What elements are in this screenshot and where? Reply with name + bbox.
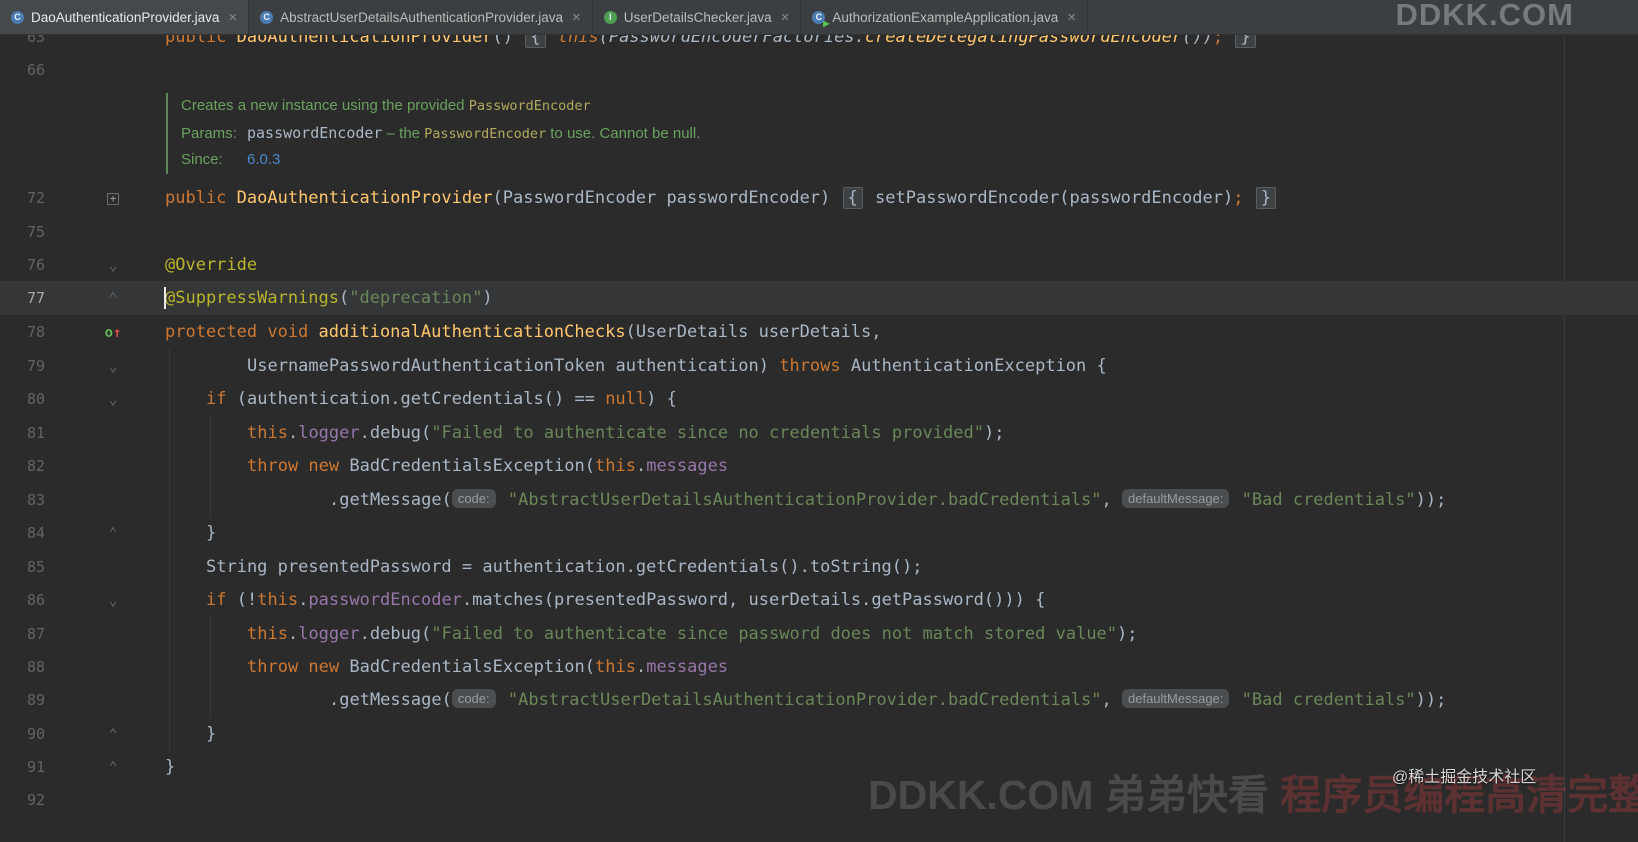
fold-up-icon[interactable]: ⌃: [99, 750, 127, 784]
close-tab-icon[interactable]: ×: [228, 9, 237, 26]
javadoc-row: Since: 6.0.3: [181, 151, 281, 168]
class-file-icon: C: [11, 10, 24, 24]
code-line[interactable]: 79 ⌄ UsernamePasswordAuthenticationToken a…: [0, 349, 1638, 383]
fold-up-icon[interactable]: ⌃: [99, 281, 127, 315]
fold-down-icon[interactable]: ⌄: [99, 583, 127, 617]
code-text: throw new BadCredentialsException(this.m…: [247, 456, 729, 476]
code-text: this.logger.debug("Failed to authenticat…: [247, 624, 1138, 644]
code-line[interactable]: 85 String presentedPassword = authenticat…: [0, 550, 1638, 584]
code-line[interactable]: 84 ⌃}: [0, 516, 1638, 550]
run-overlay-icon: ▶: [823, 18, 830, 28]
line-number[interactable]: 87: [0, 617, 45, 651]
line-number[interactable]: 75: [0, 215, 45, 249]
interface-file-icon: I: [603, 10, 617, 24]
code-text: .getMessage(code: "AbstractUserDetailsAu…: [329, 689, 1447, 710]
code-line[interactable]: 77 ⌃ @SuppressWarnings("deprecation"): [0, 281, 1638, 315]
line-number[interactable]: 81: [0, 416, 45, 450]
code-line[interactable]: 63 public DaoAuthenticationProvider() { t…: [0, 35, 1638, 54]
fold-up-icon[interactable]: ⌃: [99, 717, 127, 751]
code-line[interactable]: 87 this.logger.debug("Failed to authentic…: [0, 617, 1638, 651]
close-tab-icon[interactable]: ×: [572, 9, 581, 26]
code-text: UsernamePasswordAuthenticationToken auth…: [247, 356, 1107, 376]
line-number[interactable]: 91: [0, 750, 45, 784]
code-line[interactable]: 92: [0, 783, 1638, 817]
text-caret: [164, 287, 166, 309]
line-number[interactable]: 78: [0, 315, 45, 349]
code-text: public DaoAuthenticationProvider() { thi…: [165, 35, 1258, 54]
code-text: @Override: [165, 255, 258, 275]
code-line[interactable]: 89 .getMessage(code: "AbstractUserDetails…: [0, 683, 1638, 717]
line-number[interactable]: 92: [0, 783, 45, 817]
fold-down-icon[interactable]: ⌄: [99, 382, 127, 416]
editor-tab[interactable]: C AbstractUserDetailsAuthenticationProvid…: [249, 0, 593, 34]
code-text: String presentedPassword = authenticatio…: [206, 557, 923, 577]
code-text: }: [165, 757, 176, 777]
line-number[interactable]: 80: [0, 382, 45, 416]
code-line[interactable]: 91 ⌃}: [0, 750, 1638, 784]
code-line[interactable]: 75: [0, 215, 1638, 249]
code-text: protected void additionalAuthenticationC…: [165, 322, 882, 342]
code-line[interactable]: 72 + public DaoAuthenticationProvider(Pass…: [0, 181, 1638, 215]
editor-tab-bar: C DaoAuthenticationProvider.java × C Abstrac…: [0, 0, 1638, 35]
code-line[interactable]: 78 o↑ protected void additionalAuthenticat…: [0, 315, 1638, 349]
fold-up-icon[interactable]: ⌃: [99, 516, 127, 550]
fold-expand-icon[interactable]: +: [99, 181, 127, 215]
line-number[interactable]: 83: [0, 483, 45, 517]
close-tab-icon[interactable]: ×: [1067, 9, 1076, 26]
code-line[interactable]: 88 throw new BadCredentialsException(this…: [0, 650, 1638, 684]
tab-label: AbstractUserDetailsAuthenticationProvide…: [280, 9, 564, 25]
line-number[interactable]: 86: [0, 583, 45, 617]
editor-tab[interactable]: C DaoAuthenticationProvider.java ×: [0, 0, 250, 34]
line-number[interactable]: 88: [0, 650, 45, 684]
javadoc-row: Creates a new instance using the provide…: [181, 97, 591, 114]
code-line[interactable]: 66: [0, 53, 1638, 87]
line-number[interactable]: 84: [0, 516, 45, 550]
code-text: @SuppressWarnings("deprecation"): [165, 288, 493, 308]
javadoc-rendered-block: Creates a new instance using the provide…: [166, 93, 700, 174]
close-tab-icon[interactable]: ×: [781, 9, 790, 26]
class-file-icon: C: [260, 10, 274, 24]
code-line[interactable]: 83 .getMessage(code: "AbstractUserDetails…: [0, 483, 1638, 517]
code-text: .getMessage(code: "AbstractUserDetailsAu…: [329, 489, 1447, 510]
line-number[interactable]: 82: [0, 449, 45, 483]
code-line[interactable]: 90 ⌃}: [0, 717, 1638, 751]
editor-tab[interactable]: I UserDetailsChecker.java ×: [593, 0, 802, 34]
javadoc-row: Params: passwordEncoder – the PasswordEnc…: [181, 123, 701, 142]
code-text: if (!this.passwordEncoder.matches(presen…: [206, 590, 1046, 610]
code-text: public DaoAuthenticationProvider(Passwor…: [165, 181, 1278, 215]
tab-label: AuthorizationExampleApplication.java: [832, 9, 1059, 25]
line-number[interactable]: 89: [0, 683, 45, 717]
fold-down-icon[interactable]: ⌄: [99, 349, 127, 383]
fold-down-icon[interactable]: ⌄: [99, 248, 127, 282]
code-line[interactable]: 81 this.logger.debug("Failed to authentic…: [0, 416, 1638, 450]
line-number[interactable]: 63: [0, 35, 45, 54]
line-number[interactable]: 85: [0, 550, 45, 584]
line-number[interactable]: 79: [0, 349, 45, 383]
code-text: }: [206, 724, 217, 744]
editor-tab[interactable]: C ▶ AuthorizationExampleApplication.java ×: [801, 0, 1089, 34]
code-text: throw new BadCredentialsException(this.m…: [247, 657, 729, 677]
code-line[interactable]: 76 ⌄ @Override: [0, 248, 1638, 282]
code-editor[interactable]: 63 public DaoAuthenticationProvider() { t…: [0, 35, 1638, 842]
line-number[interactable]: 90: [0, 717, 45, 751]
override-method-gutter-icon[interactable]: o↑: [99, 315, 127, 350]
code-line[interactable]: 80 ⌄ if (authentication.getCredentials() =…: [0, 382, 1638, 416]
tab-label: UserDetailsChecker.java: [623, 9, 772, 25]
line-number[interactable]: 66: [0, 53, 45, 87]
code-text: if (authentication.getCredentials() == n…: [206, 389, 677, 409]
code-line[interactable]: 86 ⌄ if (!this.passwordEncoder.matches(pre…: [0, 583, 1638, 617]
tab-label: DaoAuthenticationProvider.java: [31, 9, 220, 25]
code-text: this.logger.debug("Failed to authenticat…: [247, 423, 1005, 443]
code-text: }: [206, 523, 217, 543]
runnable-class-file-icon: C ▶: [812, 10, 829, 28]
line-number[interactable]: 77: [0, 281, 45, 315]
line-number[interactable]: 72: [0, 181, 45, 215]
code-line[interactable]: 82 throw new BadCredentialsException(this…: [0, 449, 1638, 483]
line-number[interactable]: 76: [0, 248, 45, 282]
